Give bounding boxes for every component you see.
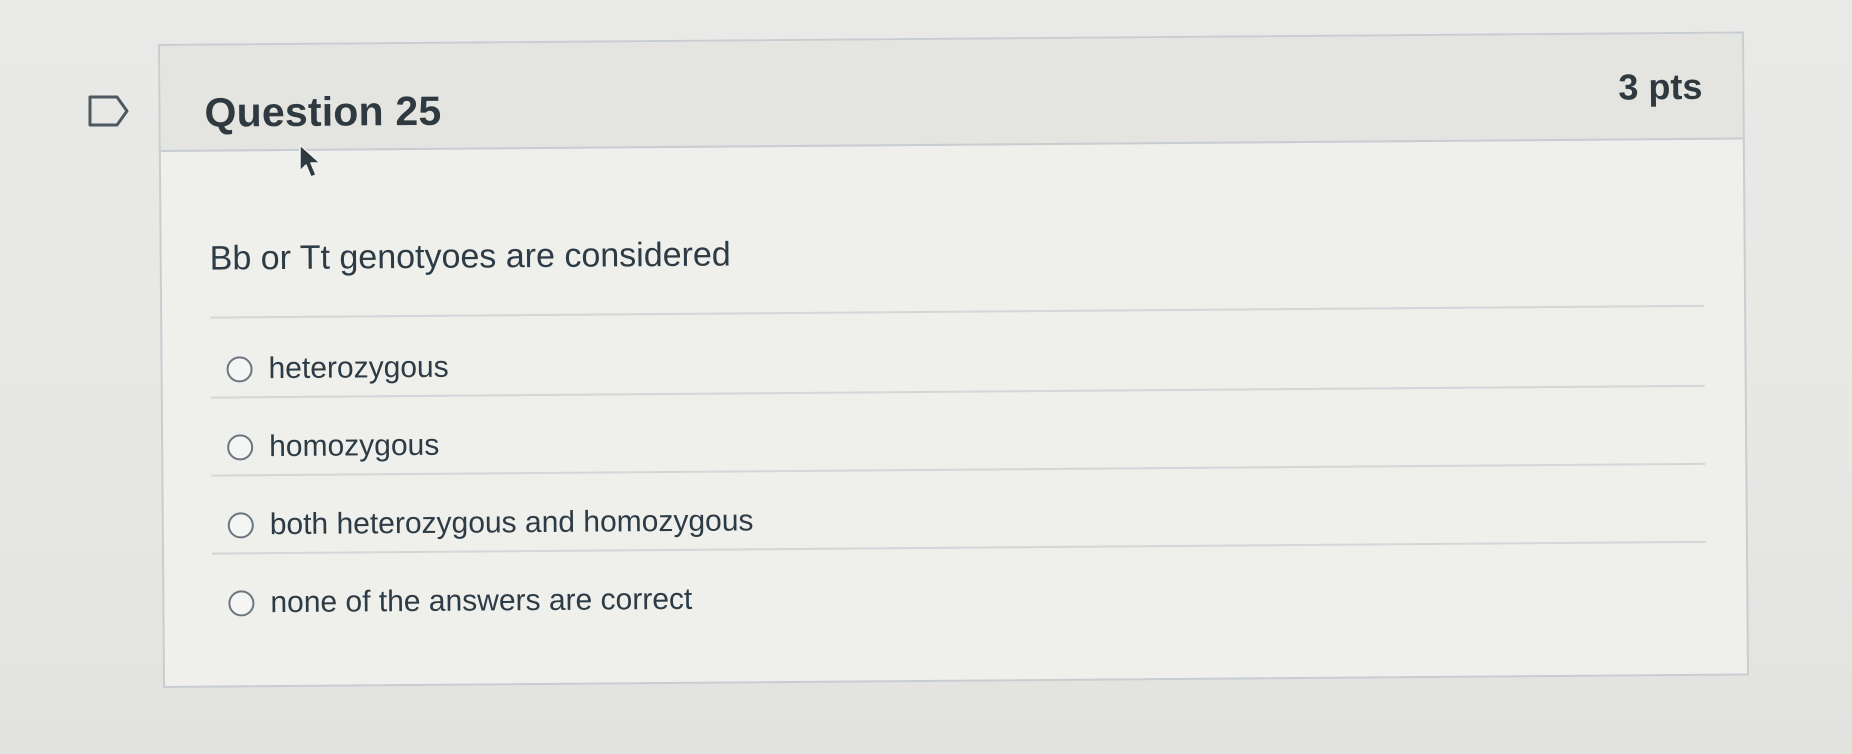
answer-label: homozygous [269,428,440,464]
answer-label: heterozygous [268,350,449,386]
answer-option[interactable]: none of the answers are correct [212,565,1706,631]
radio-button[interactable] [227,512,254,539]
answer-option[interactable]: homozygous [210,408,1706,477]
answer-label: both heterozygous and homozygous [269,504,754,542]
flag-question-icon[interactable] [87,94,131,128]
answer-option[interactable]: both heterozygous and homozygous [211,486,1706,555]
radio-button[interactable] [227,434,254,461]
question-header: Question 25 3 pts [160,33,1743,152]
answer-label: none of the answers are correct [270,582,693,620]
answer-list: heterozygous homozygous both heterozygou… [210,330,1706,631]
divider [210,304,1705,319]
question-body: Bb or Tt genotyoes are considered hetero… [161,140,1747,631]
question-text: Bb or Tt genotyoes are considered [209,235,731,278]
mouse-pointer-icon [298,143,324,181]
radio-button[interactable] [226,356,253,383]
answer-option[interactable]: heterozygous [210,330,1705,399]
question-title: Question 25 [204,87,442,136]
question-card: Question 25 3 pts Bb or Tt genotyoes are… [158,31,1750,688]
question-points: 3 pts [1618,65,1703,108]
radio-button[interactable] [228,590,255,617]
